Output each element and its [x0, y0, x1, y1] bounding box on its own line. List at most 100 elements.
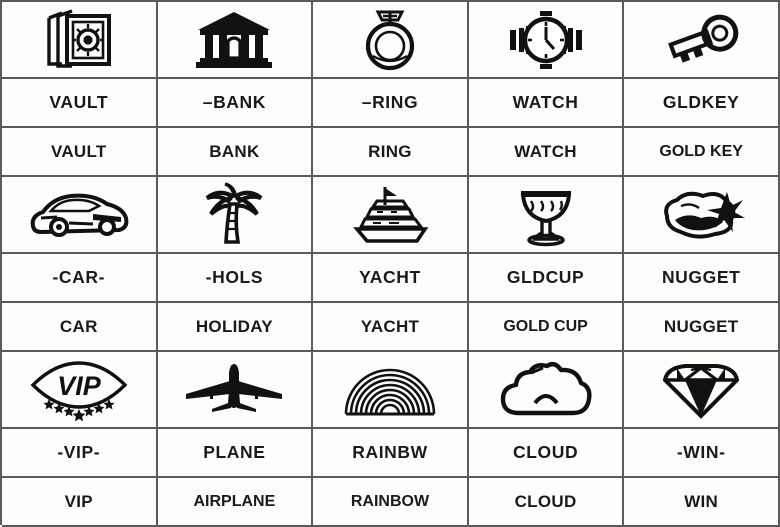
symbol-short-label: VAULT [49, 91, 109, 112]
symbol-cell-nugget [624, 177, 780, 254]
label-cell-short: WATCH [468, 79, 625, 128]
label-cell-long: GOLD CUP [468, 303, 625, 352]
symbol-long-label: YACHT [360, 317, 420, 336]
label-cell-short: YACHT [313, 254, 469, 303]
palmtree-icon [158, 177, 312, 252]
label-cell-long: BANK [157, 128, 314, 177]
icon-row-1 [2, 2, 780, 79]
label-cell-long: NUGGET [624, 303, 780, 352]
label-cell-short: GLDKEY [624, 79, 780, 128]
icon-row-3: VIP [2, 352, 780, 429]
symbol-long-label: BANK [209, 142, 260, 161]
bank-icon [158, 2, 312, 77]
symbol-short-label: WATCH [512, 91, 579, 112]
symbol-short-label: YACHT [359, 266, 421, 287]
label-cell-short: PLANE [157, 429, 314, 478]
symbol-cell-ring [313, 2, 469, 79]
vault-icon [2, 2, 156, 77]
symbol-cell-vault [2, 2, 158, 79]
symbol-cell-hols [157, 177, 314, 254]
label-cell-short: –RING [313, 79, 469, 128]
symbol-reference-grid: VAULT –BANK –RING WATCH GLDKEY VAULT BAN… [0, 0, 780, 527]
symbol-block-2: -CAR- -HOLS YACHT GLDCUP NUGGET CAR HOLI… [2, 177, 780, 352]
label-cell-short: CLOUD [468, 429, 625, 478]
label-cell-short: -WIN- [624, 429, 780, 478]
sportscar-icon [2, 177, 156, 252]
yacht-icon [313, 177, 467, 252]
short-label-row-1: VAULT –BANK –RING WATCH GLDKEY [2, 79, 780, 128]
symbol-short-label: -HOLS [205, 266, 264, 287]
symbol-long-label: RAINBOW [350, 492, 430, 510]
symbol-long-label: WIN [684, 492, 719, 511]
short-label-row-2: -CAR- -HOLS YACHT GLDCUP NUGGET [2, 254, 780, 303]
symbol-long-label: NUGGET [663, 317, 739, 336]
symbol-short-label: NUGGET [661, 266, 741, 287]
label-cell-long: YACHT [313, 303, 469, 352]
diamond-icon [624, 352, 778, 427]
label-cell-long: WIN [624, 478, 780, 527]
symbol-long-label: VAULT [50, 142, 107, 161]
symbol-cell-gldkey [624, 2, 780, 79]
symbol-block-3: VIP -VIP- PLANE RAINBW CLOUD -WIN- VIP A… [2, 352, 780, 527]
symbol-cell-car [2, 177, 158, 254]
symbol-long-label: GOLD KEY [659, 142, 743, 160]
symbol-long-label: AIRPLANE [193, 492, 276, 510]
label-cell-long: VAULT [2, 128, 158, 177]
symbol-short-label: GLDKEY [662, 91, 740, 112]
symbol-cell-cloud [468, 352, 625, 429]
key-icon [624, 2, 778, 77]
symbol-long-label: WATCH [514, 142, 577, 161]
symbol-cell-gldcup [468, 177, 625, 254]
symbol-short-label: -VIP- [57, 441, 101, 462]
symbol-block-1: VAULT –BANK –RING WATCH GLDKEY VAULT BAN… [2, 2, 780, 177]
symbol-cell-vip: VIP [2, 352, 158, 429]
symbol-long-label: GOLD CUP [503, 317, 588, 335]
symbol-short-label: –BANK [202, 91, 267, 112]
symbol-short-label: -CAR- [52, 266, 106, 287]
label-cell-long: AIRPLANE [157, 478, 314, 527]
symbol-long-label: CAR [59, 317, 98, 336]
symbol-short-label: PLANE [203, 441, 266, 462]
label-cell-long: RING [313, 128, 469, 177]
rainbow-icon [313, 352, 467, 427]
airplane-icon [158, 352, 312, 427]
symbol-cell-bank [157, 2, 314, 79]
symbol-cell-win [624, 352, 780, 429]
label-cell-short: VAULT [2, 79, 158, 128]
vip-badge-icon: VIP [2, 352, 156, 427]
label-cell-short: NUGGET [624, 254, 780, 303]
label-cell-short: GLDCUP [468, 254, 625, 303]
symbol-cell-yacht [313, 177, 469, 254]
symbol-cell-rainbow [313, 352, 469, 429]
symbol-long-label: HOLIDAY [195, 317, 273, 336]
label-cell-short: -VIP- [2, 429, 158, 478]
label-cell-long: CLOUD [468, 478, 625, 527]
label-cell-short: RAINBW [313, 429, 469, 478]
watch-icon [469, 2, 623, 77]
symbol-short-label: GLDCUP [506, 266, 585, 287]
symbol-short-label: –RING [361, 91, 419, 112]
long-label-row-1: VAULT BANK RING WATCH GOLD KEY [2, 128, 780, 177]
label-cell-long: RAINBOW [313, 478, 469, 527]
nugget-icon [624, 177, 778, 252]
svg-text:VIP: VIP [57, 371, 102, 401]
symbol-short-label: CLOUD [512, 441, 579, 462]
label-cell-long: CAR [2, 303, 158, 352]
label-cell-short: -HOLS [157, 254, 314, 303]
label-cell-long: GOLD KEY [624, 128, 780, 177]
label-cell-long: WATCH [468, 128, 625, 177]
symbol-long-label: RING [368, 142, 412, 161]
icon-row-2 [2, 177, 780, 254]
symbol-short-label: -WIN- [676, 441, 726, 462]
ring-icon [313, 2, 467, 77]
cloud-icon [469, 352, 623, 427]
label-cell-short: -CAR- [2, 254, 158, 303]
symbol-long-label: VIP [64, 492, 93, 511]
label-cell-long: VIP [2, 478, 158, 527]
symbol-long-label: CLOUD [514, 492, 577, 511]
label-cell-short: –BANK [157, 79, 314, 128]
long-label-row-2: CAR HOLIDAY YACHT GOLD CUP NUGGET [2, 303, 780, 352]
symbol-short-label: RAINBW [352, 441, 428, 462]
short-label-row-3: -VIP- PLANE RAINBW CLOUD -WIN- [2, 429, 780, 478]
symbol-cell-watch [468, 2, 625, 79]
